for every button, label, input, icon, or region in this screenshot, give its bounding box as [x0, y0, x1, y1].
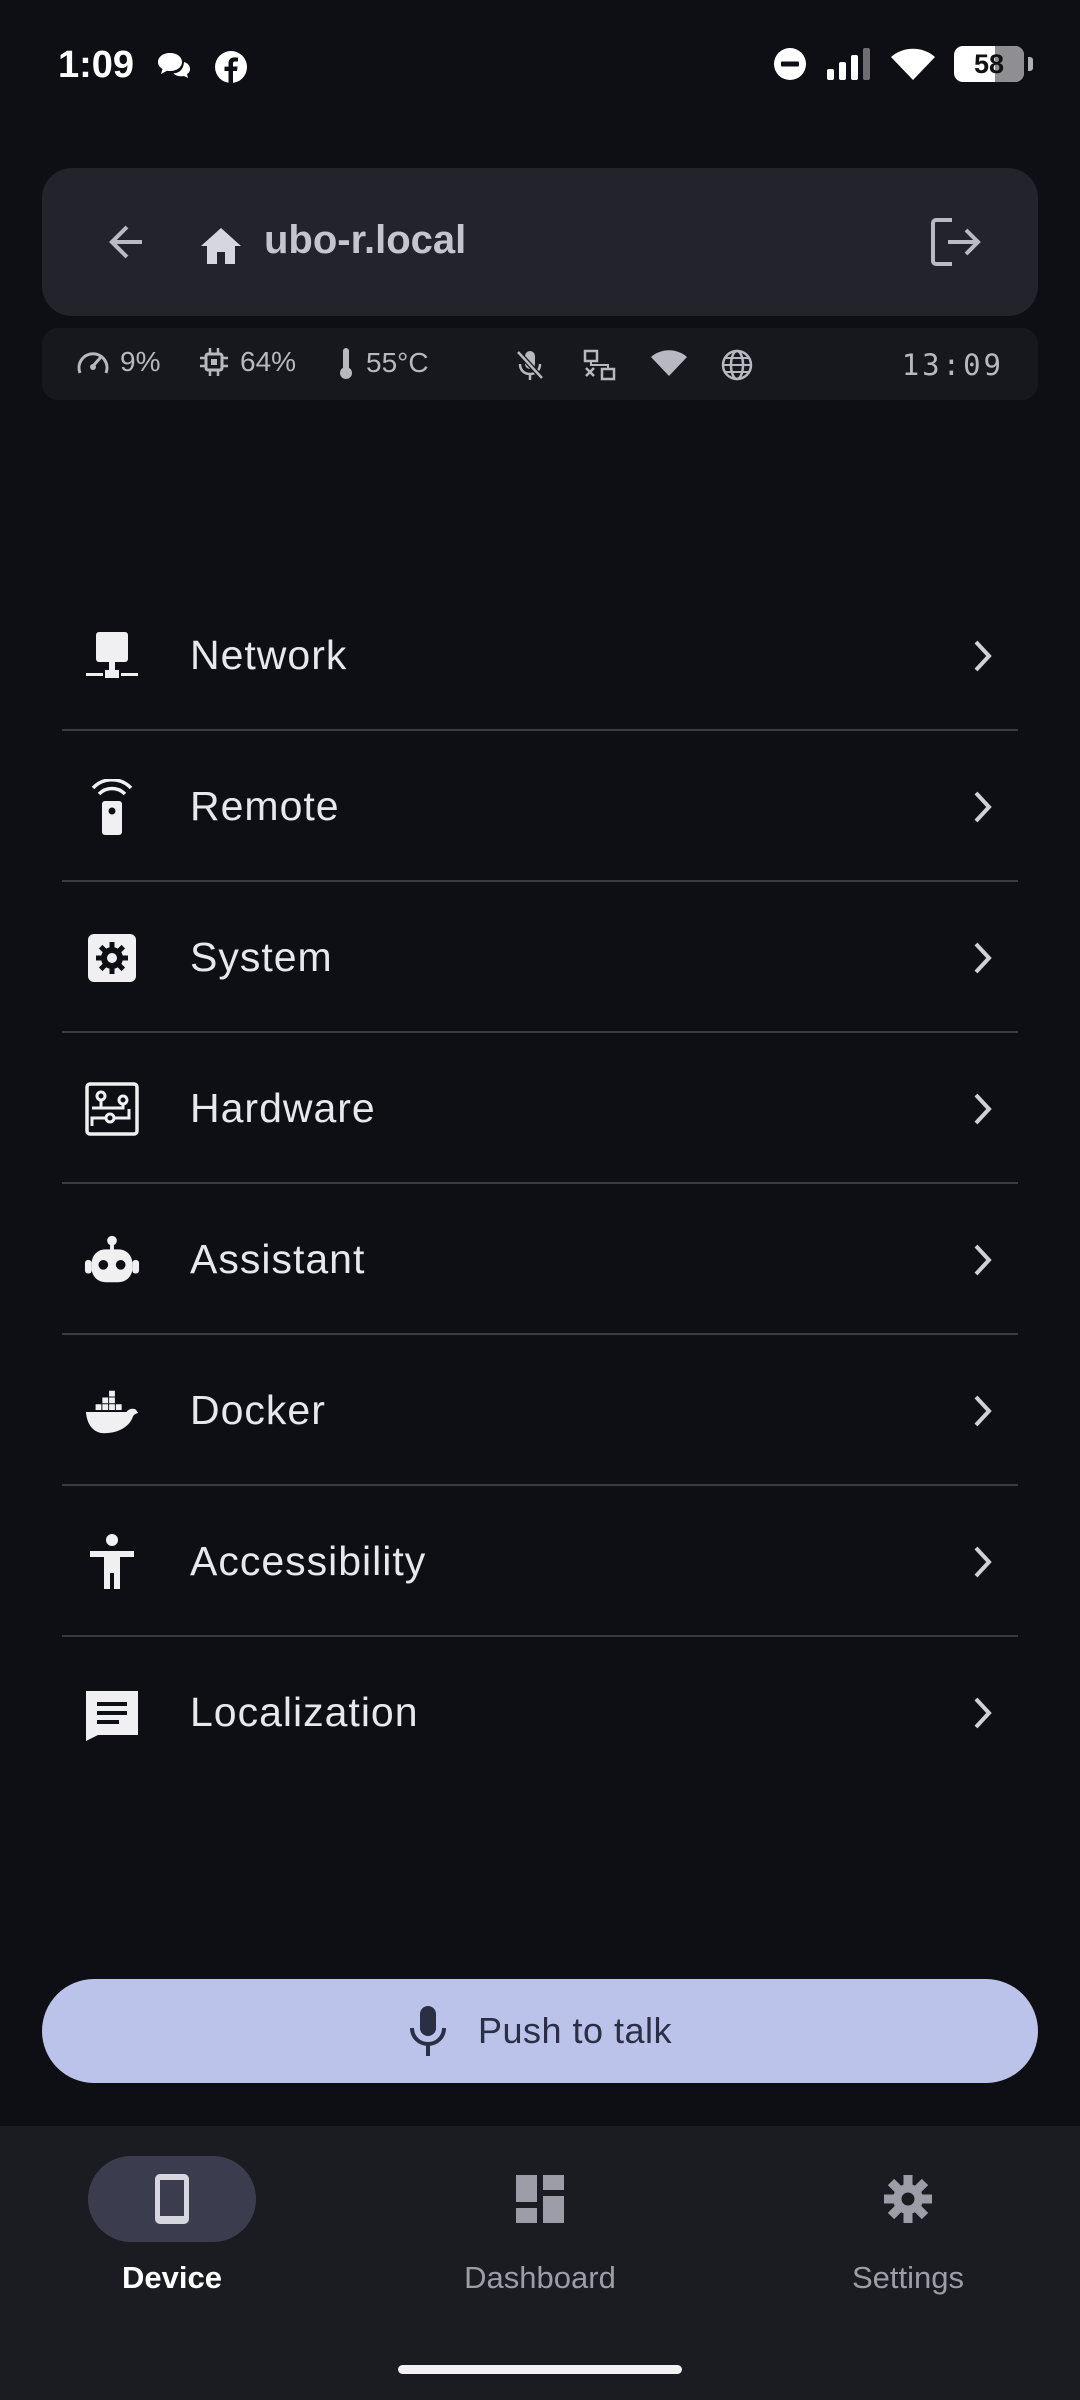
nav-tab-dashboard[interactable]: Dashboard	[420, 2156, 660, 2316]
menu-item-label: Localization	[190, 1689, 419, 1735]
device-menu: Network Remote System Hardware Assistant…	[62, 580, 1018, 1788]
menu-item-label: Remote	[190, 783, 340, 829]
chevron-right-icon	[970, 1544, 996, 1580]
push-to-talk-button[interactable]: Push to talk	[42, 1979, 1038, 2083]
app-header: ubo-r.local	[42, 168, 1038, 316]
chevron-right-icon	[970, 1091, 996, 1127]
menu-item-label: Hardware	[190, 1085, 376, 1131]
mic-off-icon	[514, 348, 546, 382]
memory-stat: 64%	[198, 346, 296, 378]
menu-item-label: Assistant	[190, 1236, 366, 1282]
thermometer-icon	[340, 348, 352, 379]
chevron-right-icon	[970, 789, 996, 825]
menu-item-network[interactable]: Network	[62, 580, 1018, 731]
chevron-right-icon	[970, 940, 996, 976]
menu-item-label: Docker	[190, 1387, 326, 1433]
memory-value: 64%	[240, 346, 297, 377]
device-clock: 13:09	[901, 348, 1004, 382]
menu-item-remote[interactable]: Remote	[62, 731, 1018, 882]
nav-tab-label: Dashboard	[464, 2260, 616, 2295]
accessibility-person-icon	[84, 1534, 140, 1590]
menu-item-label: Accessibility	[190, 1538, 427, 1584]
back-button[interactable]	[98, 214, 154, 270]
push-to-talk-label: Push to talk	[477, 2010, 673, 2051]
circuit-board-icon	[84, 1081, 140, 1137]
menu-item-label: System	[190, 934, 333, 980]
menu-item-docker[interactable]: Docker	[62, 1335, 1018, 1486]
menu-item-assistant[interactable]: Assistant	[62, 1184, 1018, 1335]
nav-tab-label: Device	[122, 2260, 222, 2295]
nav-tab-settings[interactable]: Settings	[788, 2156, 1028, 2316]
system-status-bar: 1:09 58	[0, 0, 1080, 140]
chevron-right-icon	[970, 638, 996, 674]
wifi-status-icon	[650, 348, 688, 378]
battery-indicator: 58	[954, 46, 1033, 82]
ethernet-icon	[84, 628, 140, 684]
connection-status-icon	[582, 348, 618, 382]
battery-level: 58	[973, 48, 1005, 79]
arrow-back-icon	[109, 225, 142, 259]
globe-icon	[720, 348, 754, 382]
microphone-icon	[409, 2006, 446, 2056]
speedometer-icon	[77, 352, 109, 374]
chat-bubbles-icon	[156, 50, 192, 84]
notification-icons	[156, 50, 248, 84]
nav-active-indicator	[88, 2156, 256, 2242]
translate-doc-icon	[84, 1685, 140, 1741]
nav-tab-device[interactable]: Device	[52, 2156, 292, 2316]
cellular-signal-icon	[826, 47, 872, 81]
do-not-disturb-icon	[772, 46, 808, 82]
system-gear-icon	[84, 930, 140, 986]
device-stats-bar: 9% 64% 55°C 13:09	[42, 328, 1038, 400]
cpu-stat: 9%	[76, 346, 160, 378]
chevron-right-icon	[970, 1695, 996, 1731]
page-title: ubo-r.local	[264, 218, 467, 262]
system-icons: 58	[772, 46, 1033, 82]
chip-icon	[200, 348, 228, 376]
menu-item-hardware[interactable]: Hardware	[62, 1033, 1018, 1184]
chevron-right-icon	[970, 1242, 996, 1278]
temperature-value: 55°C	[366, 347, 429, 378]
docker-whale-icon	[84, 1383, 140, 1439]
robot-icon	[84, 1232, 140, 1288]
facebook-icon	[214, 50, 248, 84]
dashboard-icon	[516, 2175, 564, 2223]
phone-device-icon	[155, 2174, 189, 2224]
nav-tab-label: Settings	[851, 2260, 964, 2295]
wifi-icon	[890, 47, 936, 81]
menu-item-accessibility[interactable]: Accessibility	[62, 1486, 1018, 1637]
home-gesture-bar[interactable]	[398, 2365, 682, 2374]
chevron-right-icon	[970, 1393, 996, 1429]
menu-item-localization[interactable]: Localization	[62, 1637, 1018, 1788]
temperature-stat: 55°C	[336, 346, 429, 380]
settings-gear-icon	[884, 2175, 932, 2223]
cpu-value: 9%	[120, 346, 161, 377]
logout-icon	[931, 218, 981, 266]
menu-item-system[interactable]: System	[62, 882, 1018, 1033]
home-icon	[200, 226, 242, 266]
menu-item-label: Network	[190, 632, 348, 678]
bottom-navigation: Device Dashboard Settings	[0, 2126, 1080, 2400]
remote-icon	[84, 779, 140, 835]
status-time: 1:09	[58, 44, 135, 86]
logout-button[interactable]	[926, 214, 986, 270]
